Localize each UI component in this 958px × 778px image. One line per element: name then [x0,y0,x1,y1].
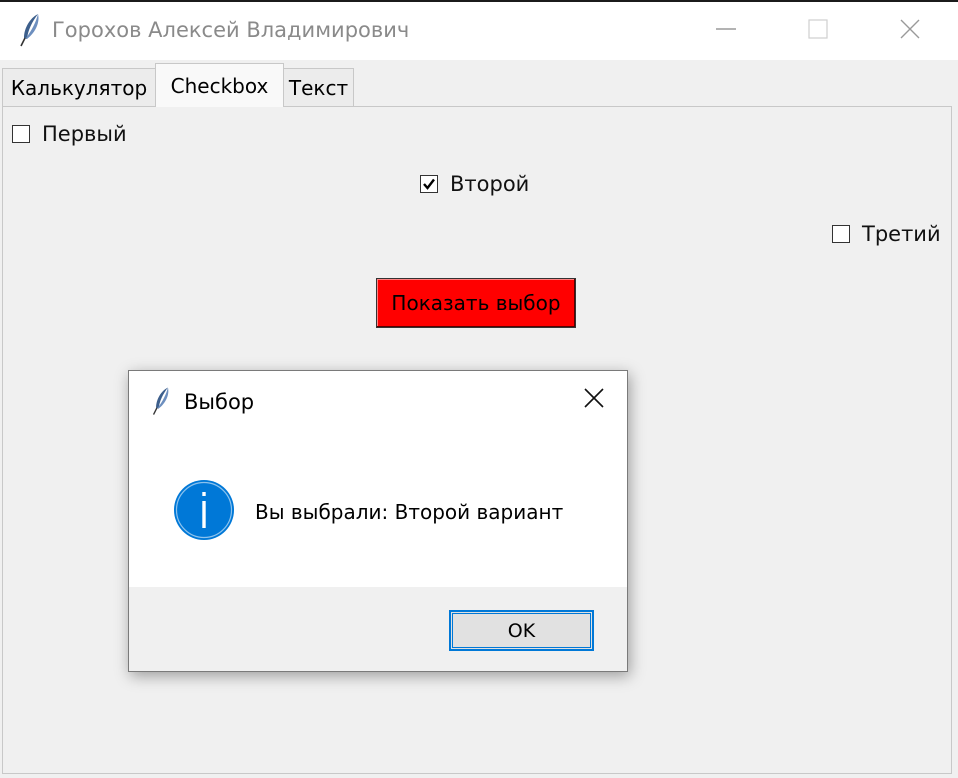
tab-label: Калькулятор [10,75,148,100]
dialog-message: Вы выбрали: Второй вариант [255,500,564,524]
tab-checkbox[interactable]: Checkbox [155,63,284,107]
checkbox-box[interactable] [420,175,438,193]
title-bar[interactable]: Горохов Алексей Владимирович [0,2,958,60]
window-title: Горохов Алексей Владимирович [52,18,410,42]
checkmark-icon [423,178,435,190]
ok-button[interactable]: OK [449,610,594,651]
minimize-icon [715,18,737,44]
checkbox-first[interactable]: Первый [12,122,127,146]
feather-icon [18,12,44,48]
maximize-button[interactable] [772,2,864,60]
minimize-button[interactable] [680,2,772,60]
show-choice-button[interactable]: Показать выбор [376,278,576,328]
close-icon [899,18,921,44]
close-icon [583,387,605,413]
tab-label: Текст [288,75,349,100]
dialog-button-bar: OK [129,587,627,671]
tab-calculator[interactable]: Калькулятор [2,68,156,106]
feather-icon [151,385,173,417]
checkbox-box[interactable] [832,225,850,243]
info-icon [173,479,235,541]
checkbox-label: Первый [42,122,127,146]
maximize-icon [807,18,829,44]
checkbox-third[interactable]: Третий [832,222,941,246]
checkbox-label: Третий [862,222,941,246]
checkbox-label: Второй [450,172,530,196]
tab-text[interactable]: Текст [283,68,354,106]
checkbox-box[interactable] [12,125,30,143]
dialog-close-button[interactable] [569,379,619,421]
message-dialog: Выбор Вы выбрали: Второй вариант OK [128,370,628,672]
dialog-title: Выбор [184,390,255,414]
checkbox-second[interactable]: Второй [420,172,529,196]
close-button[interactable] [864,2,956,60]
tab-label: Checkbox [170,73,269,98]
